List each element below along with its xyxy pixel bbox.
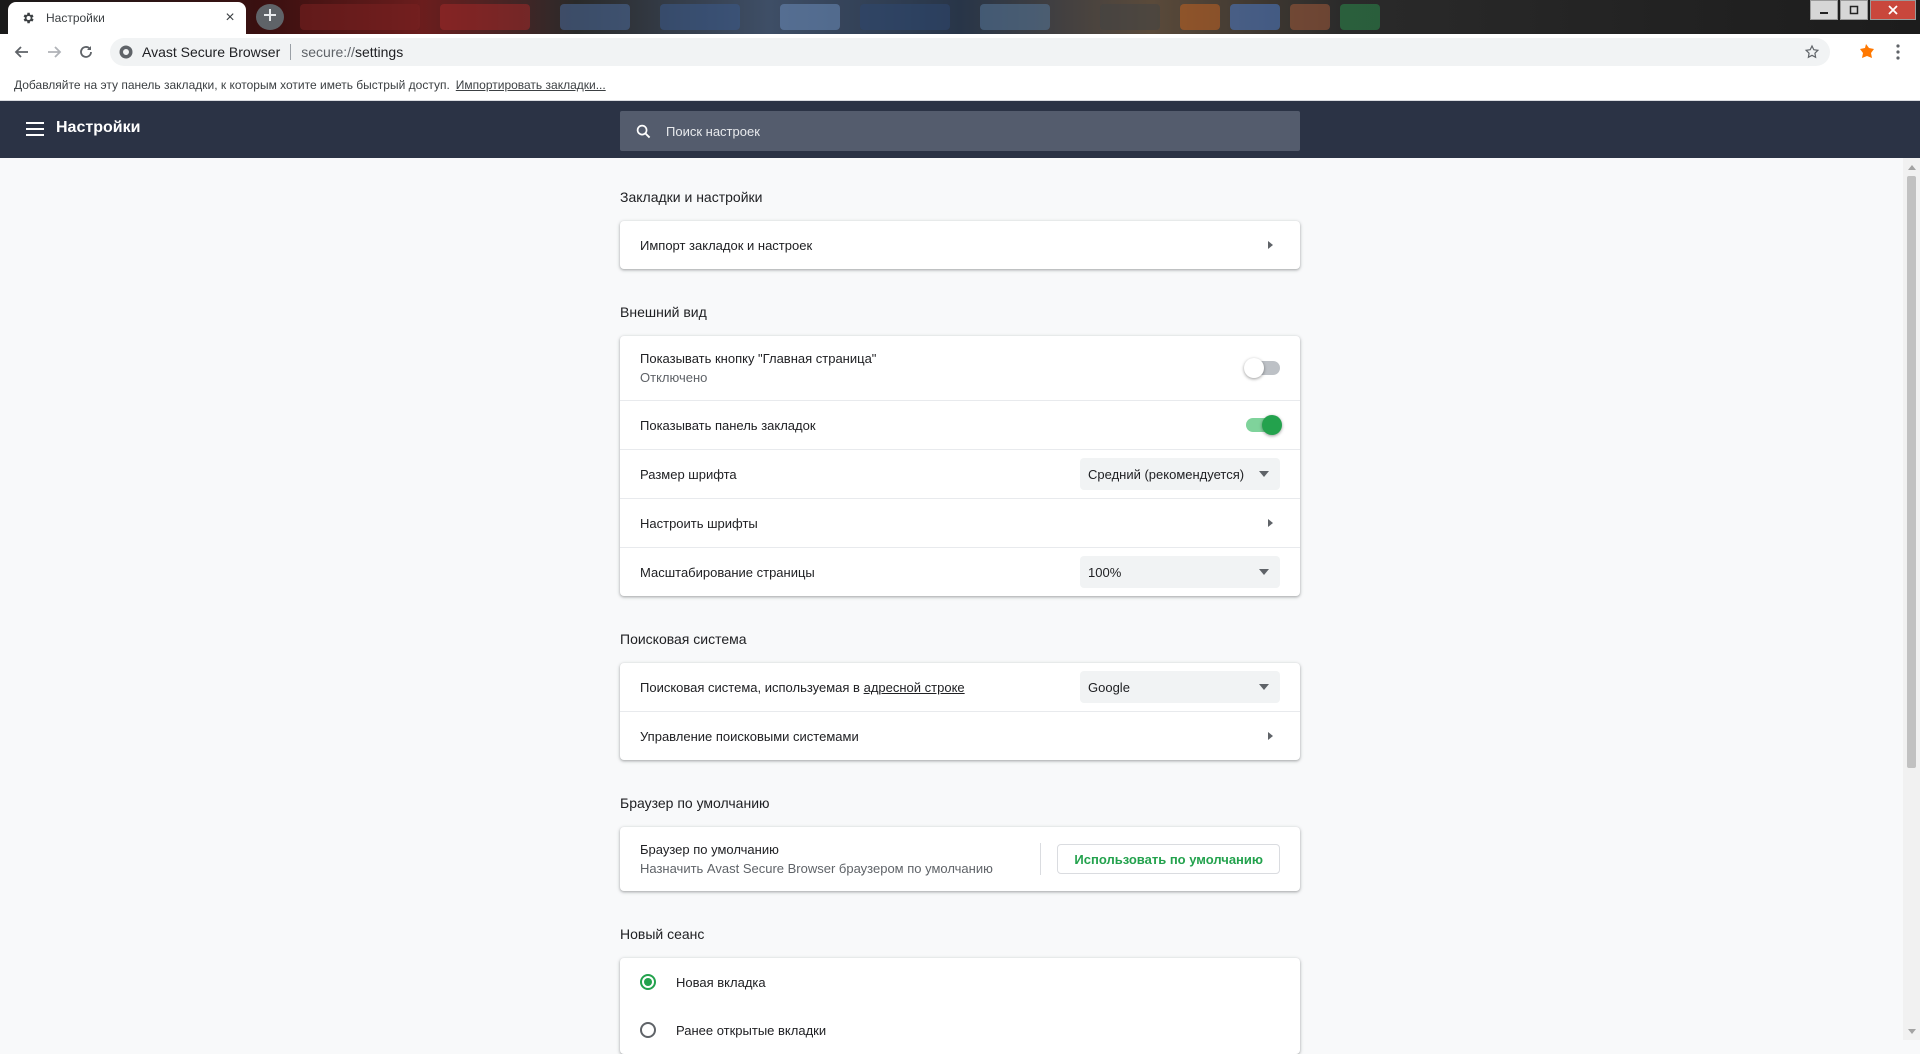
forward-icon[interactable] bbox=[42, 40, 66, 64]
default-browser-sub: Назначить Avast Secure Browser браузером… bbox=[640, 861, 993, 876]
search-engine-label: Поисковая система, используемая в адресн… bbox=[640, 680, 1080, 695]
scrollbar-thumb[interactable] bbox=[1907, 176, 1916, 768]
section-title-appearance: Внешний вид bbox=[620, 304, 707, 320]
default-browser-text: Браузер по умолчанию Назначить Avast Sec… bbox=[640, 842, 1040, 876]
font-size-label: Размер шрифта bbox=[640, 466, 737, 482]
page-scrollbar[interactable] bbox=[1903, 158, 1920, 1040]
customize-fonts-label: Настроить шрифты bbox=[640, 515, 758, 531]
bookmarks-bar: Добавляйте на эту панель закладки, к кот… bbox=[0, 70, 1920, 101]
search-engine-select[interactable]: Google bbox=[1080, 671, 1280, 703]
avast-site-icon bbox=[118, 44, 134, 60]
search-icon bbox=[634, 122, 652, 140]
import-bookmarks-link[interactable]: Импортировать закладки... bbox=[456, 78, 606, 92]
kebab-menu-icon[interactable] bbox=[1886, 40, 1910, 64]
bookmarks-hint: Добавляйте на эту панель закладки, к кот… bbox=[14, 78, 450, 92]
window-controls bbox=[1808, 0, 1916, 20]
home-button-row[interactable]: Показывать кнопку "Главная страница" Отк… bbox=[620, 336, 1300, 400]
radio-button[interactable] bbox=[640, 1022, 656, 1038]
startup-option-label: Новая вкладка bbox=[676, 974, 766, 990]
address-separator bbox=[290, 44, 292, 60]
scroll-down-icon[interactable] bbox=[1903, 1024, 1920, 1038]
section-title-search-engine: Поисковая система bbox=[620, 631, 747, 647]
customize-fonts-row[interactable]: Настроить шрифты bbox=[620, 498, 1300, 547]
scroll-up-icon[interactable] bbox=[1903, 160, 1920, 174]
home-button-text: Показывать кнопку "Главная страница" Отк… bbox=[640, 351, 1246, 385]
radio-button[interactable] bbox=[640, 974, 656, 990]
page-zoom-label: Масштабирование страницы bbox=[640, 564, 815, 580]
divider bbox=[1040, 843, 1042, 875]
url-path: settings bbox=[354, 44, 404, 60]
card-bookmarks: Импорт закладок и настроек bbox=[620, 221, 1300, 269]
font-size-select[interactable]: Средний (рекомендуется) bbox=[1080, 458, 1280, 490]
close-icon[interactable]: × bbox=[220, 8, 240, 28]
minimize-button[interactable] bbox=[1810, 0, 1838, 20]
bookmarks-bar-row[interactable]: Показывать панель закладок bbox=[620, 400, 1300, 449]
page-zoom-value: 100% bbox=[1088, 564, 1122, 580]
page-zoom-row: Масштабирование страницы 100% bbox=[620, 547, 1300, 596]
page-title: Настройки bbox=[56, 119, 141, 136]
tab-strip: Настройки × bbox=[0, 0, 1920, 34]
url-scheme: secure:// bbox=[301, 44, 355, 60]
startup-option-label: Ранее открытые вкладки bbox=[676, 1022, 827, 1038]
site-name: Avast Secure Browser bbox=[142, 44, 281, 60]
startup-option-new-tab[interactable]: Новая вкладка bbox=[620, 958, 1300, 1006]
caret-down-icon bbox=[1254, 562, 1274, 582]
restore-button[interactable] bbox=[1840, 0, 1868, 20]
avast-extension-icon[interactable] bbox=[1854, 40, 1878, 64]
home-button-label: Показывать кнопку "Главная страница" bbox=[640, 351, 877, 366]
settings-content: Закладки и настройки Импорт закладок и н… bbox=[620, 158, 1300, 1054]
search-engine-label-prefix: Поисковая система, используемая в bbox=[640, 679, 860, 695]
settings-header: Настройки bbox=[0, 101, 1920, 158]
address-bar-link[interactable]: адресной строке bbox=[864, 680, 965, 695]
bookmarks-bar-label: Показывать панель закладок bbox=[640, 417, 816, 433]
chevron-right-icon bbox=[1260, 235, 1280, 255]
star-icon[interactable] bbox=[1802, 42, 1822, 62]
window-close-button[interactable] bbox=[1870, 0, 1916, 20]
back-icon[interactable] bbox=[10, 40, 34, 64]
import-bookmarks-label: Импорт закладок и настроек bbox=[640, 237, 813, 253]
tab-settings[interactable]: Настройки × bbox=[8, 2, 246, 34]
bookmarks-bar-toggle[interactable] bbox=[1246, 415, 1282, 435]
make-default-button[interactable]: Использовать по умолчанию bbox=[1057, 844, 1280, 874]
search-engine-value: Google bbox=[1088, 679, 1130, 695]
default-browser-row: Браузер по умолчанию Назначить Avast Sec… bbox=[620, 827, 1300, 891]
section-title-bookmarks: Закладки и настройки bbox=[620, 189, 763, 205]
gear-icon bbox=[20, 10, 36, 26]
browser-toolbar: Avast Secure Browser secure:// settings bbox=[0, 34, 1920, 70]
section-title-startup: Новый сеанс bbox=[620, 926, 705, 942]
hamburger-icon[interactable] bbox=[24, 118, 46, 140]
startup-option-previous-tabs[interactable]: Ранее открытые вкладки bbox=[620, 1006, 1300, 1054]
plus-icon bbox=[263, 8, 277, 27]
card-appearance: Показывать кнопку "Главная страница" Отк… bbox=[620, 336, 1300, 596]
manage-search-engines-row[interactable]: Управление поисковыми системами bbox=[620, 711, 1300, 760]
card-search-engine: Поисковая система, используемая в адресн… bbox=[620, 663, 1300, 760]
font-size-value: Средний (рекомендуется) bbox=[1088, 466, 1245, 482]
chevron-right-icon bbox=[1260, 726, 1280, 746]
new-tab-button[interactable] bbox=[256, 4, 284, 30]
reload-icon[interactable] bbox=[74, 40, 98, 64]
font-size-row: Размер шрифта Средний (рекомендуется) bbox=[620, 449, 1300, 498]
search-engine-row: Поисковая система, используемая в адресн… bbox=[620, 663, 1300, 711]
card-default-browser: Браузер по умолчанию Назначить Avast Sec… bbox=[620, 827, 1300, 891]
address-bar[interactable]: Avast Secure Browser secure:// settings bbox=[110, 38, 1830, 66]
home-button-status: Отключено bbox=[640, 370, 708, 385]
settings-search[interactable] bbox=[620, 111, 1300, 151]
tab-title: Настройки bbox=[46, 11, 105, 25]
page-zoom-select[interactable]: 100% bbox=[1080, 556, 1280, 588]
manage-search-engines-label: Управление поисковыми системами bbox=[640, 728, 859, 744]
default-browser-label: Браузер по умолчанию bbox=[640, 842, 779, 857]
home-button-toggle[interactable] bbox=[1244, 358, 1280, 378]
chevron-right-icon bbox=[1260, 513, 1280, 533]
caret-down-icon bbox=[1254, 464, 1274, 484]
import-bookmarks-row[interactable]: Импорт закладок и настроек bbox=[620, 221, 1300, 269]
caret-down-icon bbox=[1254, 677, 1274, 697]
search-input[interactable] bbox=[664, 115, 1300, 147]
section-title-default-browser: Браузер по умолчанию bbox=[620, 795, 770, 811]
